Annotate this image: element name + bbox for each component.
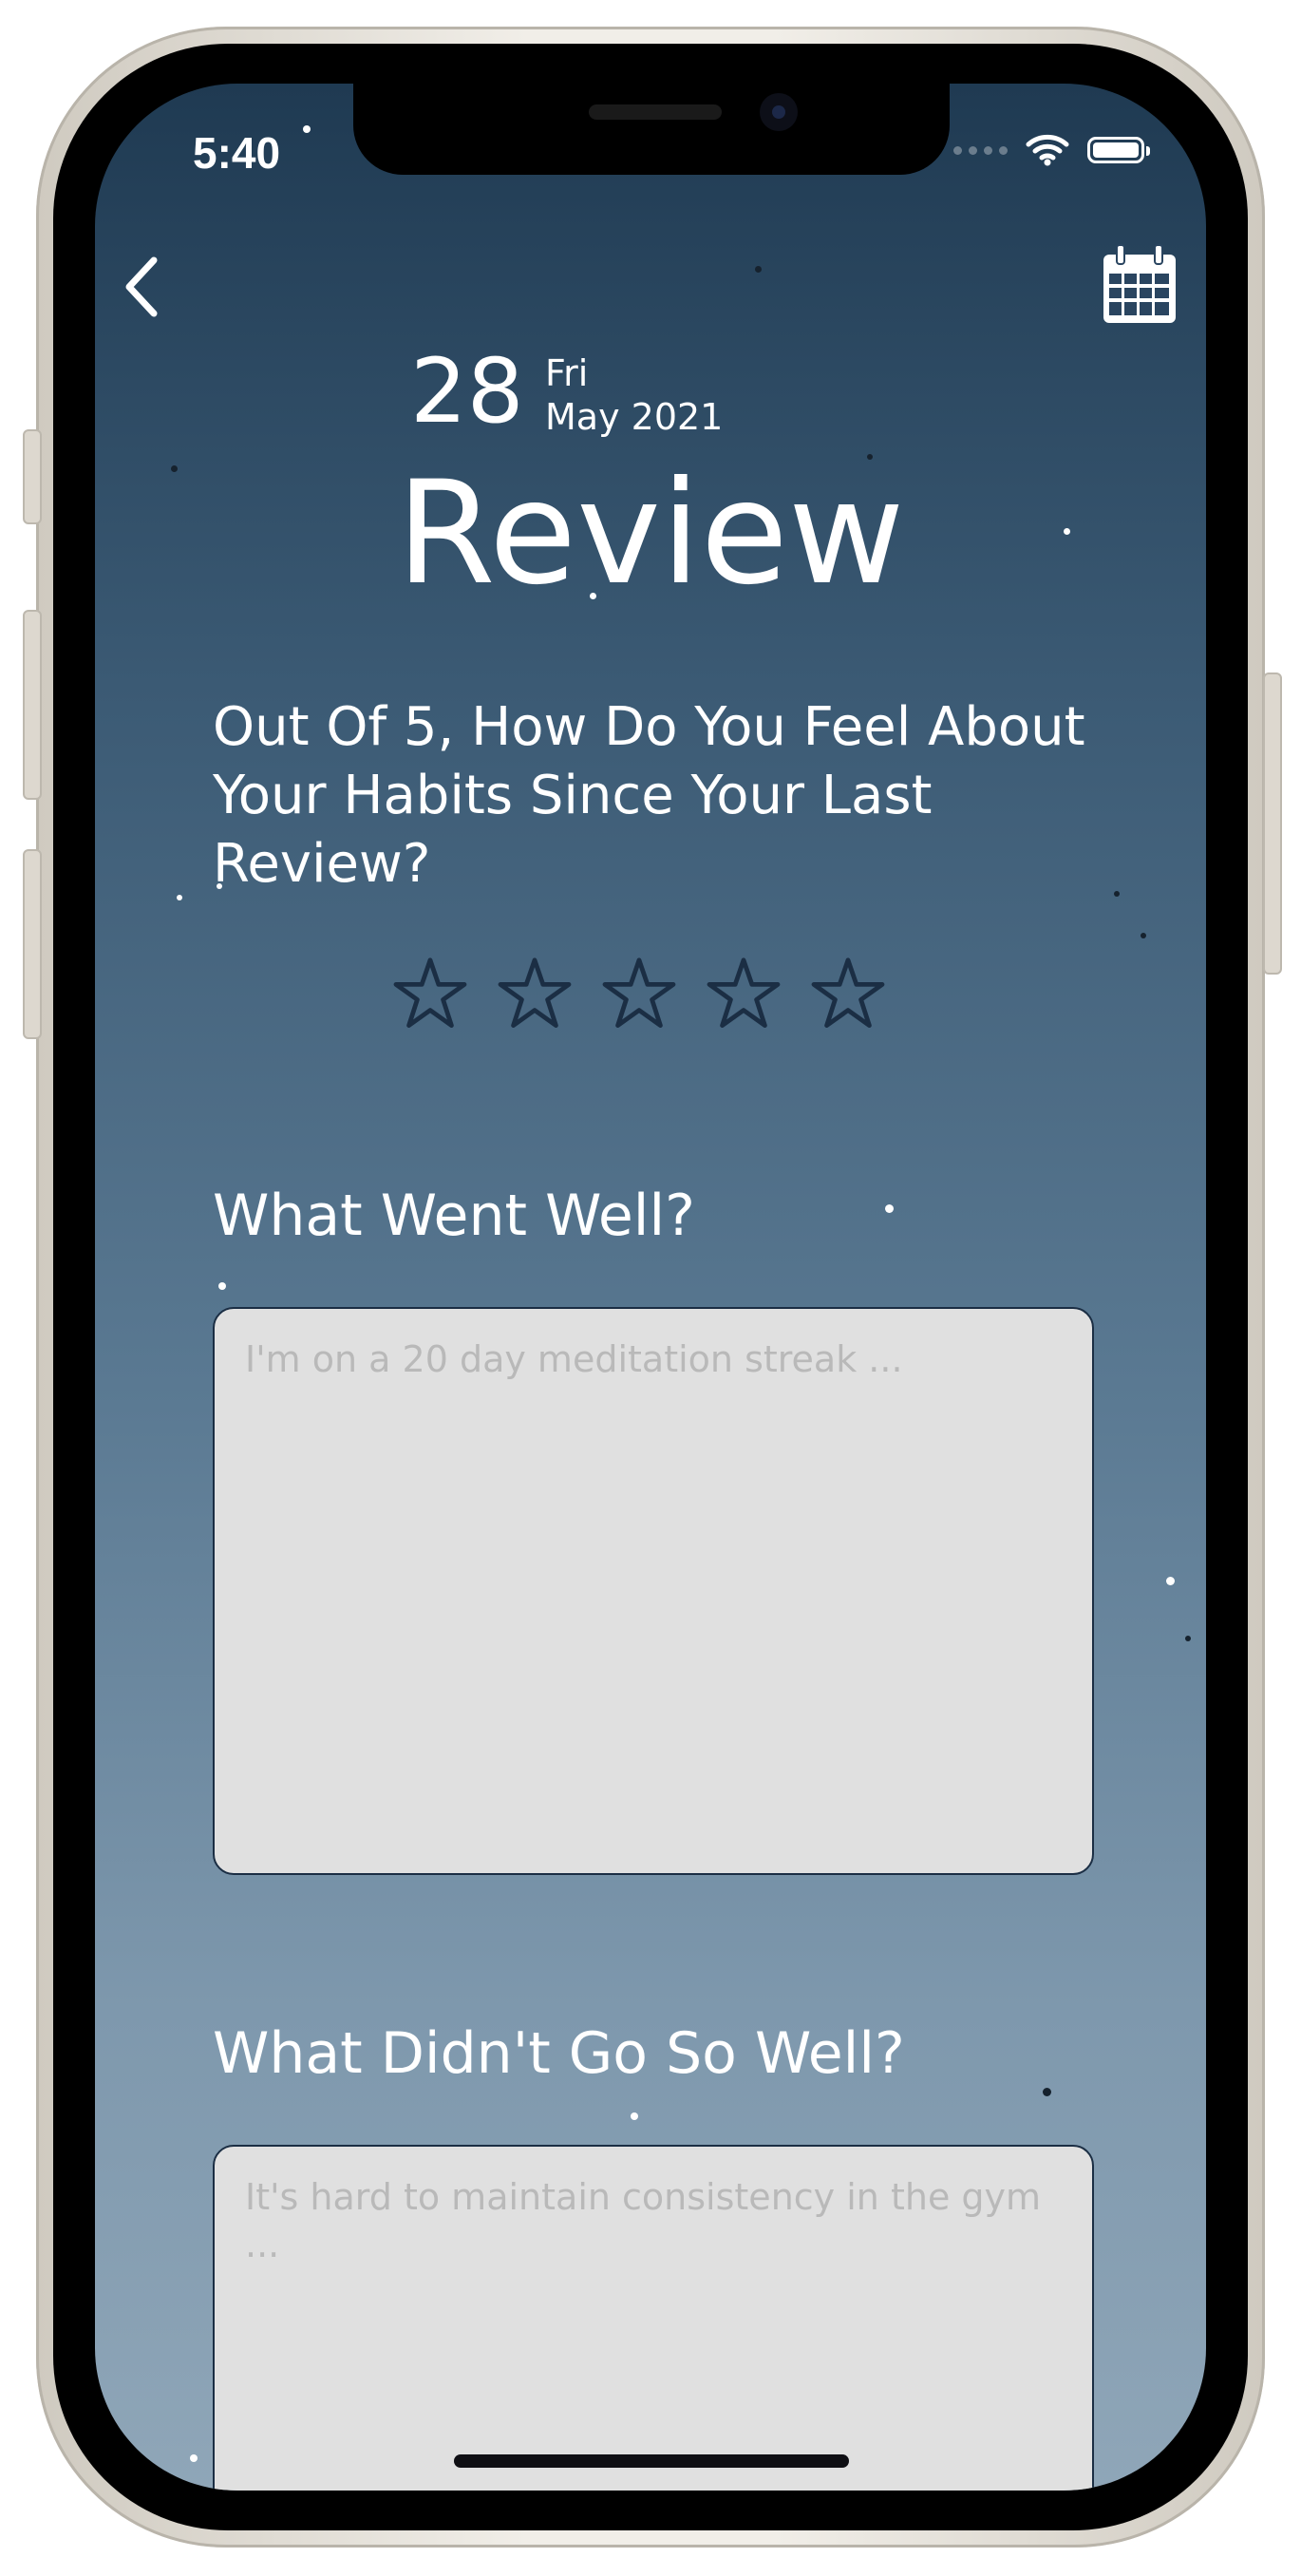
front-camera: [760, 93, 798, 131]
notch: [353, 84, 950, 175]
star-dot: [303, 125, 311, 133]
volume-down-button: [23, 849, 42, 1039]
chevron-left-icon: [125, 256, 158, 317]
star-dot: [885, 1204, 894, 1213]
battery-icon: [1087, 137, 1150, 163]
star-dot: [1141, 933, 1146, 938]
went-well-input[interactable]: I'm on a 20 day meditation streak ...: [213, 1307, 1094, 1875]
star-dot: [755, 266, 762, 273]
star-dot: [218, 1282, 226, 1290]
not-well-label: What Didn't Go So Well?: [213, 2020, 905, 2087]
app-screen: 5:40 28 Fri May 2021 Review Out Of 5, Ho…: [95, 84, 1206, 2491]
date-day: 28: [410, 340, 524, 444]
went-well-label: What Went Well?: [213, 1183, 695, 1249]
star-dot: [1166, 1577, 1175, 1585]
star-dot: [1043, 2088, 1051, 2096]
date-month-year: May 2021: [545, 396, 724, 438]
star-icon[interactable]: [706, 956, 782, 1032]
page-title: Review: [396, 451, 905, 616]
calendar-icon: [1103, 244, 1176, 323]
status-time: 5:40: [193, 128, 281, 178]
date-weekday: Fri: [545, 352, 589, 394]
home-indicator: [454, 2454, 849, 2468]
rating-question: Out Of 5, How Do You Feel About Your Hab…: [213, 696, 1085, 895]
not-well-input[interactable]: It's hard to maintain consistency in the…: [213, 2145, 1094, 2491]
back-button[interactable]: [118, 253, 165, 325]
calendar-button[interactable]: [1100, 243, 1179, 331]
star-dot: [1185, 1636, 1191, 1641]
star-dot: [190, 2454, 198, 2462]
speaker-grille: [589, 104, 722, 120]
star-icon[interactable]: [497, 956, 573, 1032]
volume-up-button: [23, 610, 42, 800]
mute-switch: [23, 429, 42, 524]
star-icon[interactable]: [392, 956, 468, 1032]
star-rating: [392, 956, 886, 1032]
star-dot: [631, 2112, 638, 2120]
side-button: [1263, 672, 1282, 975]
status-indicators: [953, 133, 1150, 167]
wifi-icon: [1026, 134, 1069, 166]
star-dot: [177, 895, 182, 900]
star-icon[interactable]: [810, 956, 886, 1032]
star-icon[interactable]: [601, 956, 677, 1032]
cellular-signal-icon: [953, 145, 1008, 155]
